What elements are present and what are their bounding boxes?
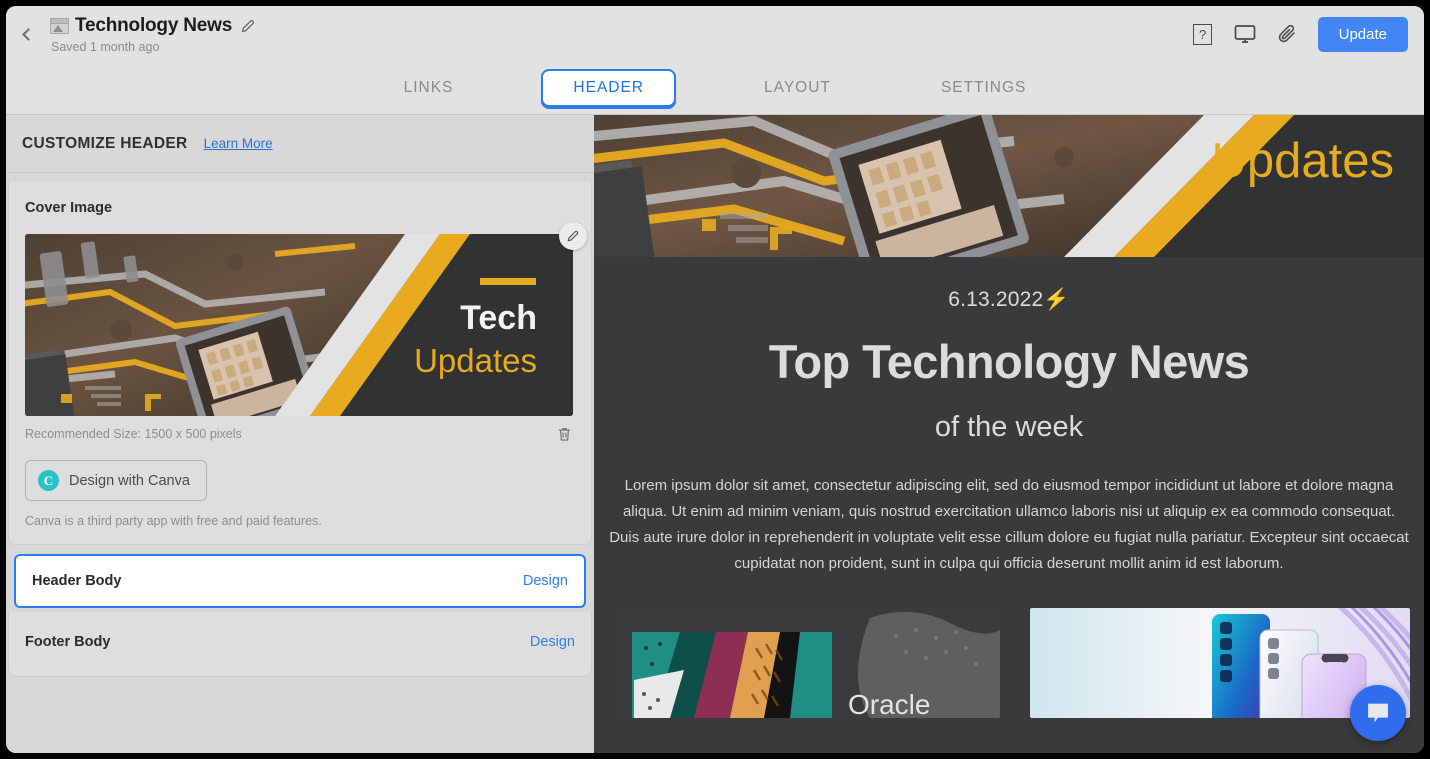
cover-image-thumbnail[interactable]: Tech Updates — [25, 234, 573, 416]
tab-links[interactable]: LINKS — [382, 70, 476, 106]
news-card-caption: Oracle — [848, 689, 930, 718]
attach-link-button[interactable] — [1274, 21, 1300, 47]
help-button[interactable]: ? — [1190, 21, 1216, 47]
chat-bubble-icon — [1368, 703, 1388, 723]
help-icon: ? — [1193, 23, 1213, 45]
page-title: Technology News — [75, 14, 233, 36]
top-bar-actions: ? Update — [1190, 16, 1424, 52]
preview-cards-row: Oracle — [620, 608, 1410, 718]
hero-updates-text: Updates — [1211, 134, 1394, 188]
recommended-size-text: Recommended Size: 1500 x 500 pixels — [25, 427, 242, 441]
news-card-oracle[interactable]: Oracle — [620, 608, 1000, 718]
footer-body-row[interactable]: Footer Body Design — [8, 612, 592, 677]
edit-cover-image-button[interactable] — [559, 222, 587, 250]
cover-image-label: Cover Image — [25, 200, 113, 216]
preview-headline: Top Technology News — [768, 335, 1250, 388]
customize-header-panel: CUSTOMIZE HEADER Learn More Cover Image — [6, 115, 594, 753]
monitor-icon — [1234, 25, 1255, 43]
chat-support-button[interactable] — [1350, 685, 1406, 741]
header-body-row[interactable]: Header Body Design — [14, 554, 586, 608]
trash-icon — [558, 428, 570, 441]
tab-layout[interactable]: LAYOUT — [742, 70, 853, 106]
canva-button-label: Design with Canva — [69, 472, 190, 489]
document-title-block: Technology News Saved 1 month ago — [50, 15, 256, 54]
chevron-left-icon — [21, 27, 35, 41]
preview-date: 6.13.2022⚡ — [948, 288, 1070, 311]
saved-status: Saved 1 month ago — [51, 39, 160, 54]
preview-button[interactable] — [1232, 21, 1258, 47]
canva-logo-icon: C — [38, 470, 59, 491]
title-row: Technology News — [50, 15, 256, 37]
tab-bar: LINKS HEADER LAYOUT SETTINGS — [6, 62, 1424, 115]
pencil-icon[interactable] — [240, 18, 256, 34]
delete-cover-image-button[interactable] — [553, 423, 575, 445]
svg-text:Updates: Updates — [414, 342, 537, 379]
panel-heading: CUSTOMIZE HEADER — [22, 134, 188, 152]
footer-body-design-link[interactable]: Design — [530, 634, 575, 650]
update-button[interactable]: Update — [1317, 16, 1408, 52]
cover-meta-row: Recommended Size: 1500 x 500 pixels — [25, 423, 575, 445]
back-button[interactable] — [6, 6, 46, 62]
cover-image-card: Cover Image Tech Updates Recommended Siz… — [8, 182, 592, 545]
svg-text:Tech: Tech — [460, 299, 537, 337]
screenshot-frame: Technology News Saved 1 month ago ? Upda… — [0, 0, 1430, 759]
learn-more-link[interactable]: Learn More — [204, 136, 273, 151]
design-with-canva-button[interactable]: C Design with Canva — [25, 460, 207, 501]
app-window: Technology News Saved 1 month ago ? Upda… — [6, 6, 1424, 753]
tab-header[interactable]: HEADER — [541, 69, 677, 107]
preview-body-text: Lorem ipsum dolor sit amet, consectetur … — [609, 477, 1409, 572]
newsletter-preview: Updates 6.13.2022⚡ Top Technology News o… — [594, 115, 1424, 753]
canva-disclaimer: Canva is a third party app with free and… — [25, 514, 322, 528]
footer-body-label: Footer Body — [25, 634, 111, 650]
preview-subheadline: of the week — [934, 411, 1084, 443]
broken-image-icon — [50, 17, 69, 34]
panel-header: CUSTOMIZE HEADER Learn More — [6, 115, 594, 173]
top-bar: Technology News Saved 1 month ago ? Upda… — [6, 6, 1424, 62]
tab-settings[interactable]: SETTINGS — [919, 70, 1049, 106]
pencil-icon — [567, 230, 579, 242]
preview-hero-image: Updates — [594, 115, 1424, 257]
header-body-design-link[interactable]: Design — [523, 573, 568, 589]
cover-image-wrap: Tech Updates — [25, 222, 587, 416]
header-body-label: Header Body — [32, 573, 122, 589]
paperclip-icon — [1278, 24, 1295, 43]
